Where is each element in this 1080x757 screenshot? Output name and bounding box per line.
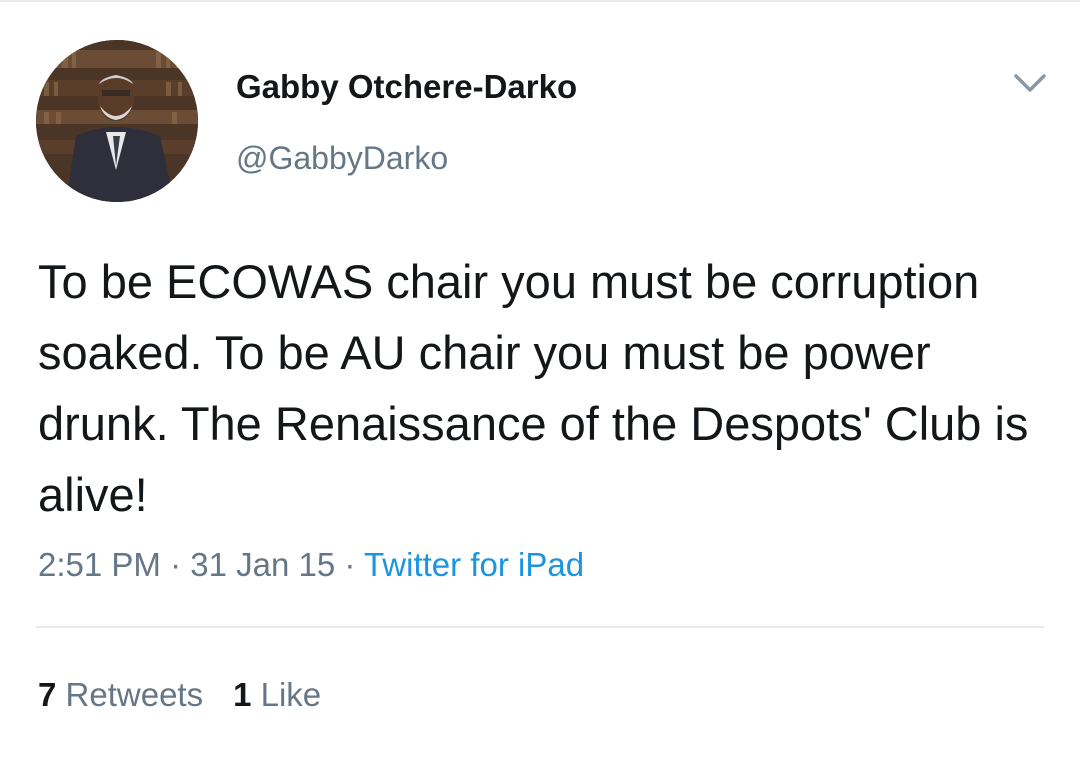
likes-count: 1 xyxy=(233,676,252,713)
likes-label: Like xyxy=(260,676,322,713)
retweets-count: 7 xyxy=(38,676,57,713)
retweets-stat[interactable]: 7 Retweets xyxy=(38,676,203,713)
meta-separator: · xyxy=(170,546,182,583)
meta-separator: · xyxy=(344,546,356,583)
tweet-meta: 2:51 PM · 31 Jan 15 · Twitter for iPad xyxy=(38,546,584,584)
tweet-time[interactable]: 2:51 PM xyxy=(38,546,161,583)
tweet-source-link[interactable]: Twitter for iPad xyxy=(364,546,584,583)
chevron-down-icon[interactable] xyxy=(1010,68,1050,98)
tweet-text: To be ECOWAS chair you must be corruptio… xyxy=(38,255,1029,521)
author-name[interactable]: Gabby Otchere-Darko xyxy=(236,68,577,106)
author-handle[interactable]: @GabbyDarko xyxy=(236,140,448,177)
stats-divider xyxy=(36,626,1044,628)
avatar-image xyxy=(36,40,198,202)
top-divider xyxy=(0,0,1080,2)
likes-stat[interactable]: 1 Like xyxy=(233,676,321,713)
retweets-label: Retweets xyxy=(65,676,204,713)
tweet-date[interactable]: 31 Jan 15 xyxy=(190,546,335,583)
avatar[interactable] xyxy=(36,40,198,202)
tweet-stats: 7 Retweets 1 Like xyxy=(38,676,321,714)
